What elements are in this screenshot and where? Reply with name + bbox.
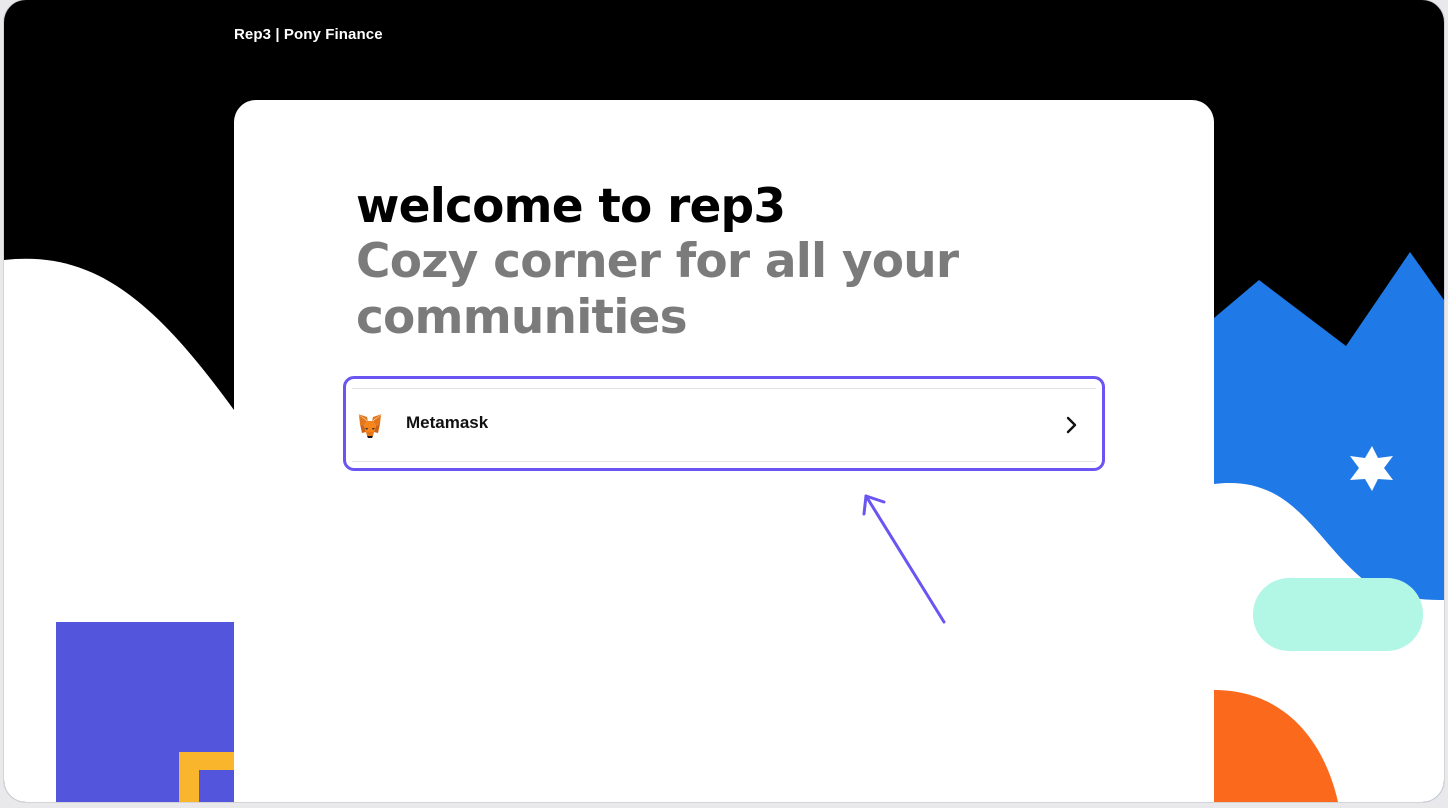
- chevron-right-icon[interactable]: [1062, 415, 1080, 435]
- welcome-subtitle-line2: communities: [356, 290, 688, 345]
- mint-pill: [1253, 578, 1423, 651]
- app-frame: Rep3 | Pony Finance welcome to rep3 Cozy…: [4, 0, 1444, 802]
- wallet-label: Metamask: [406, 413, 489, 432]
- brand-title: Rep3 | Pony Finance: [234, 26, 383, 43]
- welcome-subtitle-line1: Cozy corner for all your: [356, 234, 959, 289]
- metamask-fox-icon: [358, 414, 382, 438]
- welcome-card: welcome to rep3 Cozy corner for all your…: [234, 100, 1214, 802]
- wallet-option-metamask[interactable]: Metamask: [352, 388, 1096, 462]
- welcome-title: welcome to rep3: [356, 179, 786, 234]
- annotation-arrow-icon: [862, 494, 946, 624]
- welcome-heading: welcome to rep3 Cozy corner for all your…: [356, 180, 1056, 346]
- indigo-block: [56, 622, 236, 802]
